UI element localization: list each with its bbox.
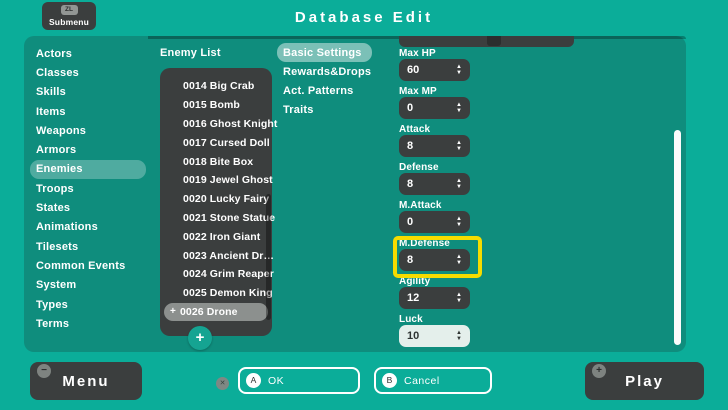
attack-spinner[interactable]: 8 ▲ ▼ (399, 135, 470, 157)
max-hp-spinner[interactable]: 60 ▲ ▼ (399, 59, 470, 81)
sidebar-item-classes[interactable]: Classes (30, 63, 146, 82)
field-label: M.Attack (399, 200, 442, 211)
cancel-button-label: Cancel (404, 374, 440, 387)
field-value: 8 (407, 254, 414, 266)
field-value: 12 (407, 292, 420, 304)
plus-icon: + (170, 306, 176, 318)
field-label: Agility (399, 276, 431, 287)
sidebar-item-weapons[interactable]: Weapons (30, 121, 146, 140)
spinner-down-icon[interactable]: ▼ (456, 222, 462, 228)
enemy-row[interactable]: 0021 Stone Statue (160, 209, 275, 228)
sidebar-item-items[interactable]: Items (30, 102, 146, 121)
luck-spinner[interactable]: 10 ▲ ▼ (399, 325, 470, 347)
ok-button[interactable]: A OK (238, 367, 360, 394)
field-label: Max HP (399, 48, 436, 59)
enemy-list: 0014 Big Crab 0015 Bomb 0016 Ghost Knigh… (160, 68, 277, 336)
sidebar-item-types[interactable]: Types (30, 295, 146, 314)
tab-act-patterns[interactable]: Act. Patterns (277, 81, 372, 100)
ok-button-label: OK (268, 374, 285, 387)
play-button-label: Play (625, 372, 664, 390)
add-enemy-button[interactable]: + (188, 326, 212, 350)
spinner-down-icon[interactable]: ▼ (456, 108, 462, 114)
field-value: 0 (407, 216, 414, 228)
plus-icon: + (195, 329, 205, 346)
spinner-down-icon[interactable]: ▼ (456, 298, 462, 304)
enemy-row-label: 0026 Drone (179, 305, 238, 318)
field-group-defense: Defense 8 ▲ ▼ (399, 162, 470, 195)
sidebar-item-common-events[interactable]: Common Events (30, 256, 146, 275)
m-defense-spinner[interactable]: 8 ▲ ▼ (399, 249, 470, 271)
field-value: 8 (407, 140, 414, 152)
field-value: 0 (407, 102, 414, 114)
a-controller-icon: A (246, 373, 261, 388)
enemy-row[interactable]: 0023 Ancient Dr… (160, 246, 274, 265)
field-label: Max MP (399, 86, 437, 97)
enemy-row[interactable]: 0020 Lucky Fairy (160, 190, 272, 209)
field-label: Luck (399, 314, 423, 325)
sidebar-item-terms[interactable]: Terms (30, 314, 146, 333)
enemy-row[interactable]: 0022 Iron Giant (160, 227, 272, 246)
scrolled-field-notch (487, 36, 501, 46)
field-label: Defense (399, 162, 439, 173)
enemy-list-scrollbar[interactable] (266, 194, 271, 320)
tab-basic-settings[interactable]: Basic Settings (277, 43, 372, 62)
tab-rewards-drops[interactable]: Rewards&Drops (277, 62, 372, 81)
database-edit-screen: ZL Submenu Database Edit Actors Classes … (0, 0, 728, 410)
enemy-list-title: Enemy List (160, 47, 221, 59)
menu-button-label: Menu (62, 372, 110, 390)
enemy-row[interactable]: 0018 Bite Box (160, 152, 272, 171)
enemy-row-selected[interactable]: + 0026 Drone (164, 302, 268, 322)
minus-controller-icon: − (37, 364, 51, 378)
agility-spinner[interactable]: 12 ▲ ▼ (399, 287, 470, 309)
field-label: M.Defense (399, 238, 450, 249)
sidebar-item-tilesets[interactable]: Tilesets (30, 237, 146, 256)
field-group-luck: Luck 10 ▲ ▼ (399, 314, 470, 347)
enemy-row[interactable]: 0019 Jewel Ghost (160, 171, 273, 190)
enemy-row[interactable]: 0014 Big Crab (160, 77, 272, 96)
field-group-m-attack: M.Attack 0 ▲ ▼ (399, 200, 470, 233)
field-value: 60 (407, 64, 420, 76)
field-group-agility: Agility 12 ▲ ▼ (399, 276, 470, 309)
sidebar-item-armors[interactable]: Armors (30, 140, 146, 159)
cancel-button[interactable]: B Cancel (374, 367, 492, 394)
field-value: 10 (407, 330, 420, 342)
field-label: Attack (399, 124, 431, 135)
settings-tabs: Basic Settings Rewards&Drops Act. Patter… (277, 43, 372, 119)
sidebar-item-enemies[interactable]: Enemies (30, 159, 146, 180)
spinner-down-icon[interactable]: ▼ (456, 70, 462, 76)
defense-spinner[interactable]: 8 ▲ ▼ (399, 173, 470, 195)
enemy-row[interactable]: 0024 Grim Reaper (160, 265, 274, 284)
sidebar-item-states[interactable]: States (30, 198, 146, 217)
category-sidebar: Actors Classes Skills Items Weapons Armo… (24, 36, 148, 333)
settings-scrollbar[interactable] (674, 130, 681, 345)
spinner-down-icon[interactable]: ▼ (456, 146, 462, 152)
menu-button[interactable]: − Menu (30, 362, 142, 400)
play-button[interactable]: + Play (585, 362, 704, 400)
x-controller-icon: ✕ (216, 377, 229, 390)
field-group-max-hp: Max HP 60 ▲ ▼ (399, 48, 470, 81)
sidebar-item-animations[interactable]: Animations (30, 218, 146, 237)
sidebar-item-actors[interactable]: Actors (30, 44, 146, 63)
tab-traits[interactable]: Traits (277, 100, 372, 119)
field-group-m-defense: M.Defense 8 ▲ ▼ (399, 238, 470, 271)
field-value: 8 (407, 178, 414, 190)
enemy-row[interactable]: 0017 Cursed Doll (160, 133, 272, 152)
spinner-down-icon[interactable]: ▼ (456, 184, 462, 190)
plus-controller-icon: + (592, 364, 606, 378)
enemy-row[interactable]: 0016 Ghost Knight (160, 115, 277, 134)
b-controller-icon: B (382, 373, 397, 388)
field-group-attack: Attack 8 ▲ ▼ (399, 124, 470, 157)
m-attack-spinner[interactable]: 0 ▲ ▼ (399, 211, 470, 233)
enemy-row[interactable]: 0015 Bomb (160, 96, 272, 115)
sidebar-item-system[interactable]: System (30, 276, 146, 295)
enemy-row[interactable]: 0025 Demon King (160, 284, 273, 303)
sidebar-item-skills[interactable]: Skills (30, 83, 146, 102)
field-group-max-mp: Max MP 0 ▲ ▼ (399, 86, 470, 119)
spinner-down-icon[interactable]: ▼ (456, 336, 462, 342)
max-mp-spinner[interactable]: 0 ▲ ▼ (399, 97, 470, 119)
spinner-down-icon[interactable]: ▼ (456, 260, 462, 266)
page-title: Database Edit (294, 9, 434, 26)
sidebar-item-troops[interactable]: Troops (30, 179, 146, 198)
